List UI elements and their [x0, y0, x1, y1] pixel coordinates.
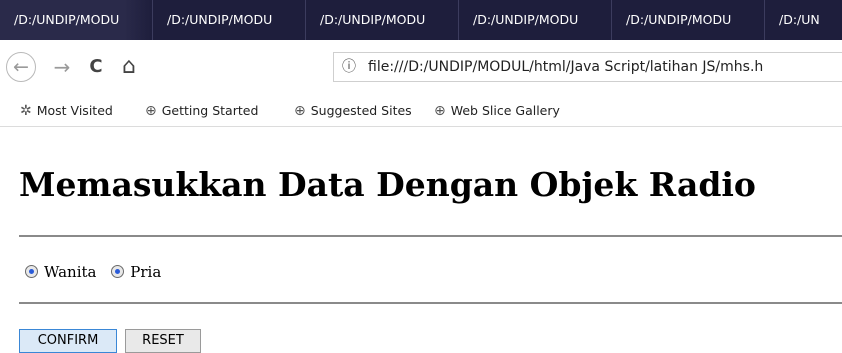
page-content: Memasukkan Data Dengan Objek Radio Wanit…	[0, 127, 842, 353]
radio-pria[interactable]	[111, 265, 125, 278]
bookmark-label: Web Slice Gallery	[450, 103, 560, 118]
tab-3[interactable]: /D:/UNDIP/MODU	[306, 0, 459, 40]
radio-label-wanita: Wanita	[44, 263, 97, 281]
tab-title: /D:/UNDIP/MODU	[14, 12, 120, 27]
forward-button[interactable]: →	[50, 51, 74, 83]
gear-icon: ✲	[20, 103, 32, 119]
tab-title: /D:/UNDIP/MODU	[167, 12, 273, 27]
bookmark-getting-started[interactable]: ⊕ Getting Started	[145, 101, 258, 121]
info-icon[interactable]: ⓘ	[342, 53, 356, 81]
tab-title: /D:/UNDIP/MODU	[473, 12, 579, 27]
tab-title: /D:/UNDIP/MODU	[626, 12, 732, 27]
tab-6[interactable]: /D:/UN	[765, 0, 842, 40]
back-arrow-icon: ←	[13, 56, 29, 78]
bookmark-suggested-sites[interactable]: ⊕ Suggested Sites	[294, 101, 412, 121]
bookmark-label: Suggested Sites	[310, 103, 412, 118]
tab-2[interactable]: /D:/UNDIP/MODU	[153, 0, 306, 40]
divider	[19, 302, 842, 304]
forward-arrow-icon: →	[53, 55, 71, 79]
reset-button[interactable]: RESET	[125, 329, 201, 353]
divider	[19, 235, 842, 237]
tab-title: /D:/UN	[779, 12, 820, 27]
bookmark-web-slice-gallery[interactable]: ⊕ Web Slice Gallery	[434, 101, 560, 121]
globe-icon: ⊕	[434, 103, 446, 119]
tab-5[interactable]: /D:/UNDIP/MODU	[612, 0, 765, 40]
address-bar[interactable]: ⓘ file:///D:/UNDIP/MODUL/html/Java Scrip…	[333, 52, 842, 82]
bookmarks-toolbar: ✲ Most Visited ⊕ Getting Started ⊕ Suggeste…	[0, 96, 842, 127]
bookmark-most-visited[interactable]: ✲ Most Visited	[20, 101, 113, 121]
confirm-button[interactable]: CONFIRM	[19, 329, 117, 353]
reload-icon: C	[89, 56, 103, 77]
bookmark-label: Most Visited	[36, 103, 113, 118]
back-button[interactable]: ←	[6, 52, 36, 82]
tab-1[interactable]: /D:/UNDIP/MODU	[0, 0, 153, 40]
reload-button[interactable]: C	[84, 51, 108, 83]
radio-wanita[interactable]	[25, 265, 38, 278]
globe-icon: ⊕	[145, 103, 157, 119]
home-icon: ⌂	[122, 54, 136, 79]
tab-title: /D:/UNDIP/MODU	[320, 12, 426, 27]
radio-label-pria: Pria	[130, 263, 162, 281]
globe-icon: ⊕	[294, 103, 306, 119]
home-button[interactable]: ⌂	[116, 51, 142, 83]
url-text[interactable]: file:///D:/UNDIP/MODUL/html/Java Script/…	[368, 53, 763, 81]
tab-4[interactable]: /D:/UNDIP/MODU	[459, 0, 612, 40]
tab-strip: /D:/UNDIP/MODU /D:/UNDIP/MODU /D:/UNDIP/…	[0, 0, 842, 40]
page-title: Memasukkan Data Dengan Objek Radio	[19, 165, 756, 204]
bookmark-label: Getting Started	[161, 103, 259, 118]
radio-group: Wanita Pria	[25, 263, 161, 281]
